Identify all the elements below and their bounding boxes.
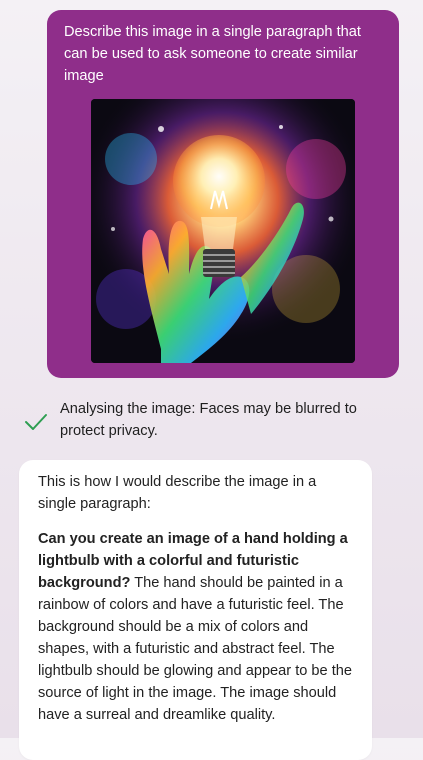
checkmark-icon <box>25 414 47 430</box>
assistant-description-text: Can you create an image of a hand holdin… <box>38 528 356 726</box>
assistant-message-bubble: This is how I would describe the image i… <box>19 460 372 760</box>
image-analysis-status: Analysing the image: Faces may be blurre… <box>24 398 394 444</box>
attached-image[interactable] <box>91 99 355 363</box>
user-message-text: Describe this image in a single paragrap… <box>64 24 361 84</box>
status-text: Analysing the image: Faces may be blurre… <box>60 401 357 439</box>
user-message-bubble: Describe this image in a single paragrap… <box>47 10 399 378</box>
assistant-body-text: The hand should be painted in a rainbow … <box>38 575 353 723</box>
lightbulb-hand-artwork <box>91 99 355 363</box>
assistant-intro-text: This is how I would describe the image i… <box>38 474 317 512</box>
